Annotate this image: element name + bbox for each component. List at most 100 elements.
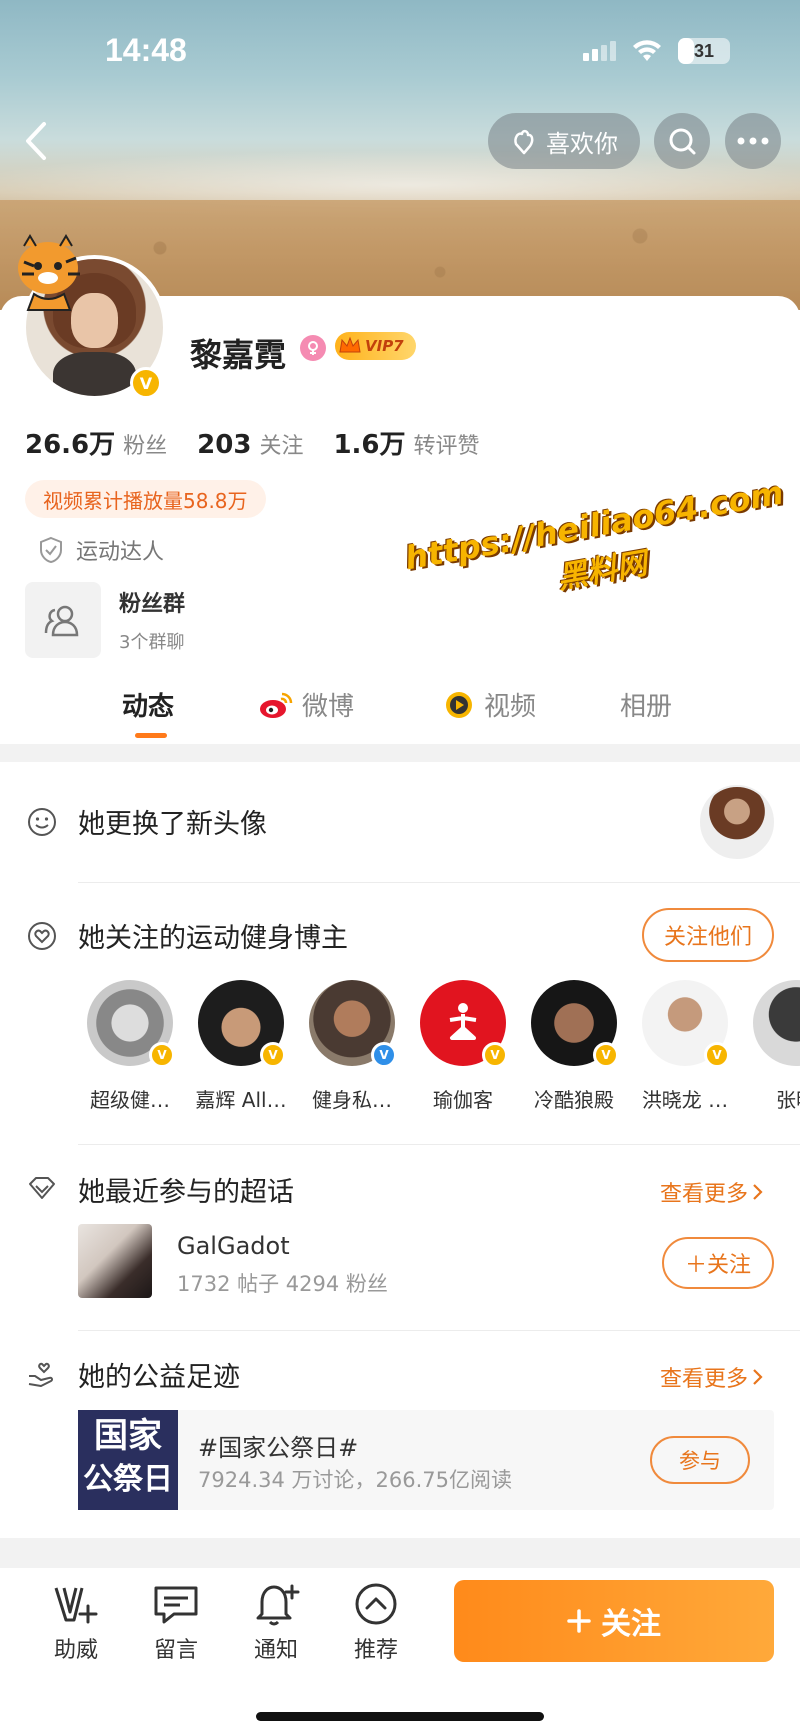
home-indicator[interactable] xyxy=(256,1712,544,1721)
fans-group-title: 粉丝群 xyxy=(119,592,186,617)
stat-interactions[interactable]: 1.6万 转评赞 xyxy=(333,424,479,461)
fitness-bloggers-title: 她关注的运动健身博主 xyxy=(78,923,348,954)
blogger-item[interactable]: V 超级健… xyxy=(80,980,180,1113)
verified-badge-icon: V xyxy=(260,1042,286,1068)
bottom-item-label: 留言 xyxy=(153,1638,198,1663)
tab-label: 相册 xyxy=(620,692,673,722)
avatar-update-text: 她更换了新头像 xyxy=(78,809,267,840)
recommend-button[interactable]: 推荐 xyxy=(336,1582,416,1664)
super-topic-more-link[interactable]: 查看更多 xyxy=(660,1176,764,1208)
super-topic-stats: 1732 帖子 4294 粉丝 xyxy=(177,1272,388,1296)
bottom-item-label: 助威 xyxy=(53,1638,98,1663)
divider xyxy=(78,1144,800,1145)
tab-video[interactable]: 视频 xyxy=(442,686,536,723)
blogger-item[interactable]: V 瑜伽客 xyxy=(413,980,513,1113)
more-label: 查看更多 xyxy=(660,1367,749,1392)
blogger-name: 超级健… xyxy=(90,1088,170,1112)
blogger-item[interactable]: V 洪晓龙 … xyxy=(635,980,735,1113)
stat-following[interactable]: 203 关注 xyxy=(197,428,303,460)
search-icon xyxy=(669,128,696,155)
blogger-name: 冷酷狼殿 xyxy=(534,1088,614,1112)
bottom-action-bar: 助威 留言 通知 推荐 关注 xyxy=(0,1568,800,1734)
tab-label: 视频 xyxy=(484,692,537,722)
super-topic-title: 她最近参与的超话 xyxy=(78,1177,294,1208)
blogger-avatar: V xyxy=(753,980,800,1066)
verified-badge-icon: V xyxy=(704,1042,730,1068)
section-separator xyxy=(0,1538,800,1568)
crown-icon xyxy=(339,336,361,353)
notify-button[interactable]: 通知 xyxy=(236,1582,316,1664)
blogger-item[interactable]: V 嘉辉 All… xyxy=(191,980,291,1113)
verified-badge-icon: V xyxy=(149,1042,175,1068)
super-topic-thumbnail[interactable] xyxy=(78,1224,152,1298)
blogger-name: 瑜伽客 xyxy=(433,1088,493,1112)
diamond-icon xyxy=(29,1177,55,1199)
divider xyxy=(78,882,800,883)
vip-level-label: VIP7 xyxy=(365,337,404,355)
video-play-count-chip[interactable]: 视频累计播放量58.8万 xyxy=(25,480,266,518)
blogger-item[interactable]: V 健身私… xyxy=(302,980,402,1113)
like-you-label: 喜欢你 xyxy=(546,129,618,158)
blogger-name: 张明 xyxy=(776,1088,800,1112)
blogger-item[interactable]: V 冷酷狼殿 xyxy=(524,980,624,1113)
charity-topic-image: 国家 公祭日 xyxy=(78,1410,178,1510)
super-topic-follow-button[interactable]: ＋关注 xyxy=(662,1237,774,1289)
charity-topic-card[interactable]: 国家 公祭日 #国家公祭日# 7924.34 万讨论，266.75亿阅读 参与 xyxy=(78,1410,774,1510)
blogger-name: 嘉辉 All… xyxy=(195,1088,287,1112)
cheer-v-plus-icon xyxy=(54,1587,98,1624)
vip-badge[interactable]: VIP7 xyxy=(335,332,416,360)
cheer-button[interactable]: 助威 xyxy=(36,1582,116,1664)
charity-more-link[interactable]: 查看更多 xyxy=(660,1361,764,1393)
blogger-avatar: V xyxy=(309,980,397,1068)
profile-tag[interactable]: 运动达人 xyxy=(38,534,164,566)
tab-weibo[interactable]: 微博 xyxy=(258,686,354,723)
verified-badge-icon: V xyxy=(130,367,162,399)
tab-album[interactable]: 相册 xyxy=(620,686,672,723)
tab-label: 动态 xyxy=(122,692,175,722)
heart-circle-icon xyxy=(28,922,56,950)
yoga-figure-icon xyxy=(449,1003,477,1040)
join-button[interactable]: 参与 xyxy=(650,1436,750,1484)
blogger-avatar: V xyxy=(87,980,175,1068)
back-arrow-icon[interactable] xyxy=(18,118,58,164)
follow-them-button[interactable]: 关注他们 xyxy=(642,908,774,962)
blogger-item[interactable]: V 张明 xyxy=(746,980,800,1113)
active-tab-indicator xyxy=(135,733,167,738)
fans-group-entry[interactable]: 粉丝群 3个群聊 xyxy=(25,582,185,658)
wifi-icon xyxy=(633,40,661,61)
section-separator xyxy=(0,744,800,762)
search-button[interactable] xyxy=(654,113,710,169)
blogger-avatar: V xyxy=(531,980,619,1068)
charity-image-text-line1: 国家 xyxy=(94,1416,162,1456)
follow-button[interactable]: 关注 xyxy=(454,1580,774,1662)
super-topic-name[interactable]: GalGadot xyxy=(177,1232,290,1260)
profile-stats: 26.6万 粉丝 203 关注 1.6万 转评赞 xyxy=(25,424,480,461)
like-you-button[interactable]: 喜欢你 xyxy=(488,113,640,169)
stat-fans[interactable]: 26.6万 粉丝 xyxy=(25,424,167,461)
stat-number: 26.6万 xyxy=(25,430,116,460)
charity-image-text-line2: 公祭日 xyxy=(83,1462,173,1497)
charity-hand-heart-icon xyxy=(28,1362,54,1387)
charity-topic-name: #国家公祭日# xyxy=(198,1434,359,1462)
bottom-item-label: 通知 xyxy=(253,1638,298,1663)
chat-bubble-icon xyxy=(154,1586,198,1624)
chevron-right-icon xyxy=(753,1369,763,1385)
more-label: 查看更多 xyxy=(660,1182,749,1207)
chevron-right-icon xyxy=(753,1184,763,1200)
message-button[interactable]: 留言 xyxy=(136,1582,216,1664)
blogger-name: 洪晓龙 … xyxy=(641,1088,729,1112)
status-bar: 14:48 31 xyxy=(0,0,800,100)
new-avatar-thumbnail[interactable] xyxy=(700,785,774,859)
tab-feed[interactable]: 动态 xyxy=(122,686,174,723)
verified-badge-icon: V xyxy=(482,1042,508,1068)
chevron-up-circle-icon xyxy=(355,1583,397,1625)
stat-label: 粉丝 xyxy=(123,434,168,459)
charity-title: 她的公益足迹 xyxy=(78,1362,240,1393)
more-options-button[interactable] xyxy=(725,113,781,169)
battery-level: 31 xyxy=(693,40,715,61)
charity-topic-stats: 7924.34 万讨论，266.75亿阅读 xyxy=(198,1468,512,1492)
follow-label: 关注 xyxy=(601,1607,661,1642)
stat-label: 关注 xyxy=(259,434,304,459)
shield-check-icon xyxy=(40,536,62,564)
tiger-avatar-decoration-icon xyxy=(18,234,80,311)
